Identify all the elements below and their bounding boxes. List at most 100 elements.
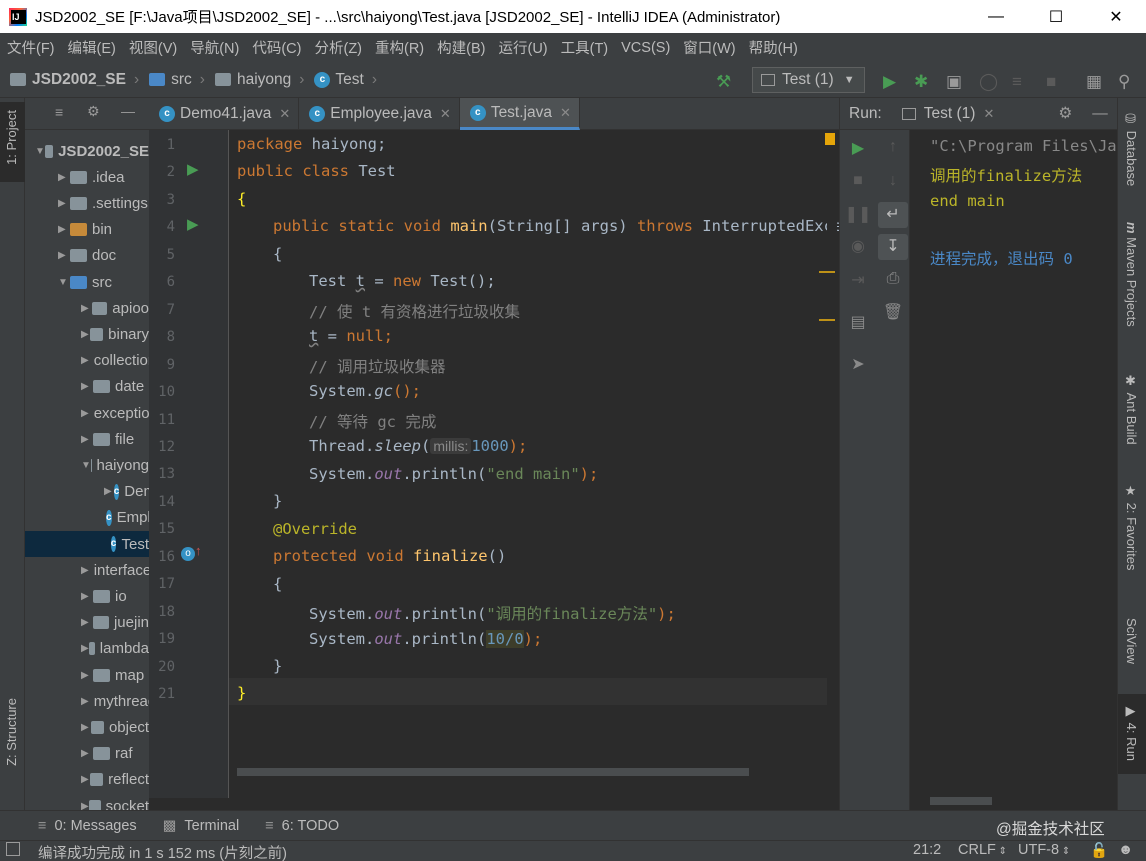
line-separator[interactable]: CRLF ⇕: [958, 842, 1007, 858]
chevron-right-icon[interactable]: ▶: [81, 565, 89, 576]
warning-indicator[interactable]: [825, 133, 835, 145]
chevron-right-icon[interactable]: ▶: [81, 801, 89, 811]
tab-demo41[interactable]: c Demo41.java ✕: [149, 98, 300, 130]
run-class-gutter-icon[interactable]: ▶: [187, 160, 199, 178]
menu-view[interactable]: 视图(V): [129, 37, 177, 58]
sciview-tool-tab[interactable]: SciView: [1124, 618, 1139, 664]
override-gutter-icon[interactable]: o: [181, 547, 195, 561]
chevron-right-icon[interactable]: ▶: [81, 355, 89, 366]
hide-icon[interactable]: —: [1092, 105, 1108, 123]
tree-item[interactable]: ▶ lambda: [25, 636, 149, 662]
debug-icon[interactable]: ✱: [914, 72, 928, 92]
chevron-down-icon[interactable]: ▼: [81, 460, 91, 471]
tree-item[interactable]: ▶ .idea: [25, 164, 149, 190]
menu-edit[interactable]: 编辑(E): [68, 37, 116, 58]
tree-item[interactable]: ▶ exception: [25, 400, 149, 426]
chevron-right-icon[interactable]: ▶: [81, 329, 90, 340]
chevron-right-icon[interactable]: ▶: [81, 434, 93, 445]
tree-item[interactable]: ▶ socket: [25, 793, 149, 810]
caret-position[interactable]: 21:2: [913, 842, 941, 858]
favorites-tool-tab[interactable]: ★ 2: Favorites: [1124, 484, 1139, 571]
run-tool-tab[interactable]: ▶ 4: Run: [1124, 704, 1139, 761]
menu-help[interactable]: 帮助(H): [749, 37, 798, 58]
soft-wrap-icon[interactable]: ↵: [878, 202, 908, 228]
minimize-icon[interactable]: —: [966, 0, 1026, 33]
breadcrumb-package[interactable]: haiyong ›: [214, 71, 304, 89]
chevron-right-icon[interactable]: ▶: [81, 591, 93, 602]
chevron-right-icon[interactable]: ▶: [81, 670, 93, 681]
dump-threads-icon[interactable]: ◉: [843, 236, 873, 256]
tree-item[interactable]: ▶ .settings: [25, 190, 149, 216]
editor-vertical-scrollbar[interactable]: [827, 130, 837, 798]
menu-run[interactable]: 运行(U): [498, 37, 547, 58]
warning-stripe[interactable]: [819, 271, 835, 273]
maximize-icon[interactable]: ☐: [1026, 0, 1086, 33]
tree-item[interactable]: ▶ collection: [25, 348, 149, 374]
tree-item[interactable]: ▶ binary: [25, 321, 149, 347]
inspector-icon[interactable]: ☻: [1118, 842, 1133, 858]
terminal-tool-tab[interactable]: ▩ Terminal: [163, 818, 240, 834]
lock-icon[interactable]: 🔓: [1090, 842, 1108, 859]
run-main-gutter-icon[interactable]: ▶: [187, 215, 199, 233]
collapse-all-icon[interactable]: ≡: [55, 104, 63, 120]
stop-icon[interactable]: ■: [1046, 72, 1056, 92]
run-tab[interactable]: Test (1): [924, 105, 976, 123]
project-tool-tab[interactable]: 1: Project: [4, 110, 19, 165]
tree-item[interactable]: ▶ juejin: [25, 610, 149, 636]
chevron-right-icon[interactable]: ▶: [81, 381, 93, 392]
project-structure-icon[interactable]: ▦: [1086, 72, 1102, 92]
tree-item[interactable]: ▶ reflect: [25, 767, 149, 793]
stop-icon[interactable]: ■: [843, 172, 873, 190]
tree-item[interactable]: c Test: [25, 531, 149, 557]
tree-item[interactable]: ▼ haiyong: [25, 452, 149, 478]
up-arrow-icon[interactable]: ↑: [878, 138, 908, 156]
menu-refactor[interactable]: 重构(R): [375, 37, 424, 58]
tree-item[interactable]: ▶cDemo41: [25, 479, 149, 505]
print-icon[interactable]: ⎙: [878, 270, 908, 288]
scroll-to-end-icon[interactable]: ↧: [878, 234, 908, 260]
tree-item[interactable]: ▶ map: [25, 662, 149, 688]
tree-item[interactable]: ▶ raf: [25, 741, 149, 767]
chevron-right-icon[interactable]: ▶: [58, 224, 70, 235]
chevron-right-icon[interactable]: ▶: [81, 408, 89, 419]
exit-icon[interactable]: ⇥: [843, 270, 873, 290]
chevron-right-icon[interactable]: ▶: [81, 303, 92, 314]
messages-tool-tab[interactable]: ≡ 0: Messages: [38, 818, 137, 834]
console-output[interactable]: "C:\Program Files\Java 调用的finalize方法 end…: [930, 130, 1135, 268]
tree-item[interactable]: ▼ src: [25, 269, 149, 295]
console-horizontal-scrollbar[interactable]: [930, 797, 992, 805]
close-icon[interactable]: ✕: [1086, 0, 1146, 33]
tree-item[interactable]: ▶ bin: [25, 217, 149, 243]
toggle-tool-windows-icon[interactable]: [6, 842, 20, 856]
chevron-right-icon[interactable]: ▶: [81, 617, 93, 628]
chevron-right-icon[interactable]: ▶: [58, 198, 70, 209]
tree-item[interactable]: ▶ date: [25, 374, 149, 400]
breadcrumb-project[interactable]: JSD2002_SE ›: [10, 71, 139, 89]
chevron-right-icon[interactable]: ▶: [81, 722, 91, 733]
close-tab-icon[interactable]: ✕: [983, 106, 994, 122]
todo-tool-tab[interactable]: ≡ 6: TODO: [265, 818, 339, 834]
run-icon[interactable]: ▶: [883, 72, 896, 92]
tree-item[interactable]: ▶ io: [25, 583, 149, 609]
down-arrow-icon[interactable]: ↓: [878, 172, 908, 190]
tree-item[interactable]: ▶ file: [25, 426, 149, 452]
coverage-icon[interactable]: ▣: [946, 72, 962, 92]
ant-build-tool-tab[interactable]: ✱ Ant Build: [1124, 374, 1139, 445]
build-icon[interactable]: ≡: [1012, 72, 1022, 92]
chevron-right-icon[interactable]: ▶: [58, 250, 70, 261]
tree-item[interactable]: ▶ doc: [25, 243, 149, 269]
tab-employee[interactable]: c Employee.java ✕: [299, 98, 460, 130]
menu-build[interactable]: 构建(B): [437, 37, 485, 58]
gear-icon[interactable]: ⚙: [87, 103, 100, 120]
structure-tool-tab[interactable]: Z: Structure: [4, 698, 19, 766]
maven-tool-tab[interactable]: m Maven Projects: [1124, 222, 1139, 327]
chevron-right-icon[interactable]: ▶: [104, 486, 112, 497]
rerun-icon[interactable]: ▶: [843, 138, 873, 158]
menu-window[interactable]: 窗口(W): [683, 37, 735, 58]
close-tab-icon[interactable]: ✕: [560, 105, 571, 121]
menu-vcs[interactable]: VCS(S): [621, 40, 670, 56]
database-tool-tab[interactable]: ⛁ Database: [1124, 112, 1139, 186]
menu-code[interactable]: 代码(C): [252, 37, 301, 58]
chevron-down-icon[interactable]: ▼: [35, 146, 45, 157]
build-hammer-icon[interactable]: ⚒: [716, 72, 731, 92]
